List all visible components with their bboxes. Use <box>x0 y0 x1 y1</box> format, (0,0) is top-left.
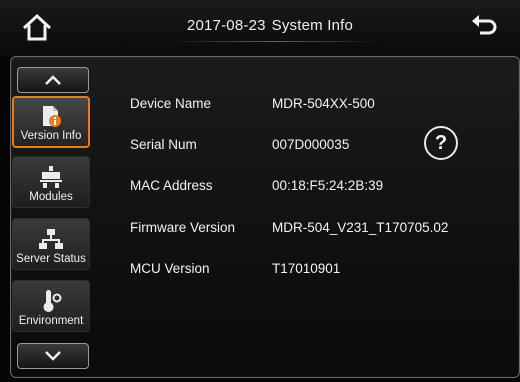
info-label: Serial Num <box>130 137 197 152</box>
info-value: 00:18:F5:24:2B:39 <box>272 178 384 193</box>
chevron-down-icon <box>45 351 61 361</box>
home-button[interactable] <box>20 12 54 44</box>
top-bar: 2017-08-23 System Info <box>0 0 520 56</box>
header-date: 2017-08-23 <box>186 17 266 34</box>
sidebar-item-label: Modules <box>29 191 73 203</box>
sidebar-item-modules[interactable]: Modules <box>12 156 90 208</box>
sidebar-item-label: Environment <box>18 315 84 327</box>
sidebar-scroll-down-button[interactable] <box>17 343 89 369</box>
title-divider <box>170 41 380 42</box>
page-title: 2017-08-23 System Info <box>150 17 390 34</box>
help-button[interactable]: ? <box>424 126 458 160</box>
help-icon: ? <box>434 131 448 154</box>
info-label: MCU Version <box>130 261 210 276</box>
info-label: Firmware Version <box>130 220 236 235</box>
info-value: MDR-504XX-500 <box>272 96 375 111</box>
info-value: 007D000035 <box>272 137 350 152</box>
back-arrow-icon <box>472 15 497 35</box>
sidebar-scroll-up-button[interactable] <box>17 67 89 93</box>
info-label: MAC Address <box>130 178 213 193</box>
info-value: MDR-504_V231_T170705.02 <box>272 220 449 235</box>
network-icon <box>39 229 63 249</box>
chevron-up-icon <box>45 75 61 85</box>
sidebar-item-label: Server Status <box>16 253 86 265</box>
back-button[interactable] <box>466 12 500 44</box>
thermometer-icon <box>43 290 62 312</box>
modules-icon <box>40 166 62 188</box>
sidebar-item-version-info[interactable]: Version Info <box>12 96 90 148</box>
home-icon <box>22 13 52 41</box>
header-title: System Info <box>271 17 354 34</box>
sidebar-item-server-status[interactable]: Server Status <box>12 218 90 270</box>
sidebar-item-environment[interactable]: Environment <box>12 280 90 332</box>
document-info-icon <box>43 106 61 127</box>
info-value: T17010901 <box>272 261 341 276</box>
info-label: Device Name <box>130 96 212 111</box>
sidebar-item-label: Version Info <box>20 130 82 142</box>
